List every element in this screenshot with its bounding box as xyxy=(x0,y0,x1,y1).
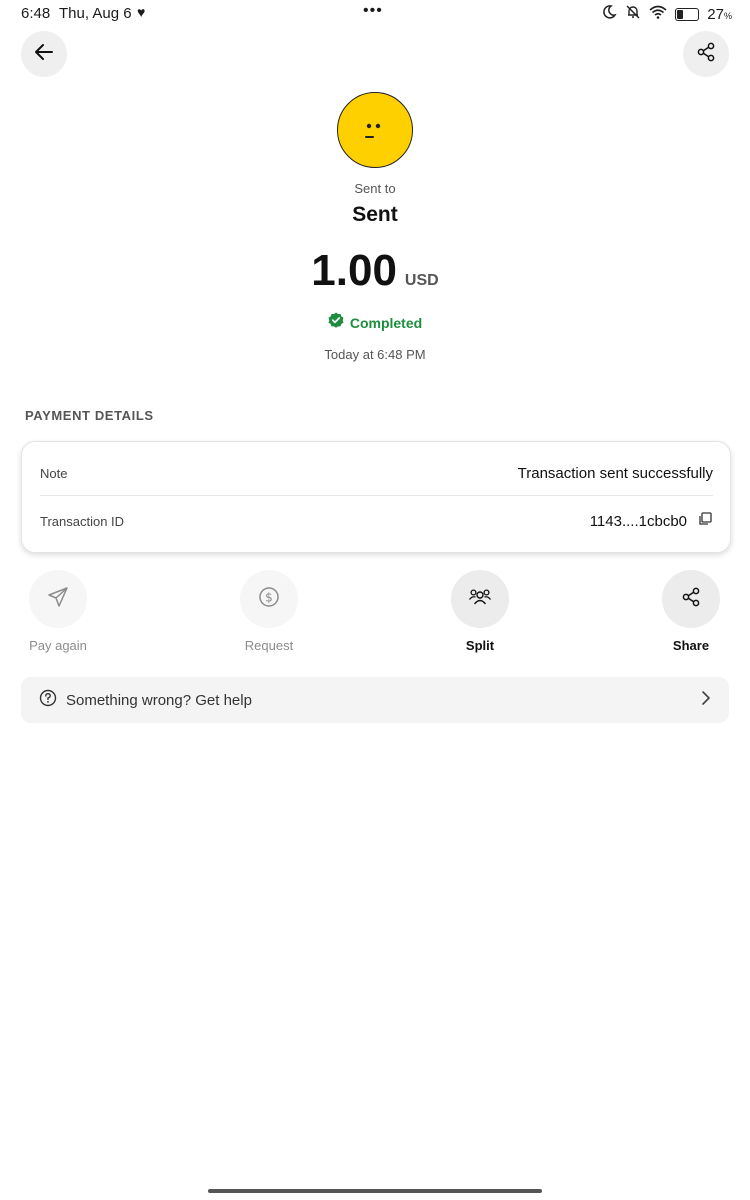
status-icons: 27% xyxy=(601,4,732,24)
share-button[interactable]: Share xyxy=(631,570,750,653)
get-help-text: Something wrong? Get help xyxy=(66,691,252,709)
transaction-id-value: 1143....1cbcb0 xyxy=(589,512,687,530)
payment-details-title: PAYMENT DETAILS xyxy=(25,408,154,423)
svg-text:$: $ xyxy=(265,590,273,604)
back-button[interactable] xyxy=(21,31,67,77)
timestamp: Today at 6:48 PM xyxy=(324,347,426,362)
heart-icon: ♥ xyxy=(137,4,146,20)
payment-details-card: Note Transaction sent successfully Trans… xyxy=(21,441,731,553)
bell-muted-icon xyxy=(625,4,641,24)
share-icon xyxy=(681,587,701,612)
copy-icon[interactable] xyxy=(697,511,713,532)
group-icon xyxy=(468,586,492,613)
request-icon-circle: $ xyxy=(240,570,298,628)
status-row: Completed xyxy=(0,312,750,333)
pay-again-icon-circle xyxy=(29,570,87,628)
arrow-left-icon xyxy=(34,42,54,67)
request-label: Request xyxy=(244,638,294,653)
question-circle-icon xyxy=(39,689,57,712)
transaction-id-wrap: 1143....1cbcb0 xyxy=(590,511,713,532)
avatar xyxy=(337,92,413,168)
note-value: Transaction sent successfully xyxy=(517,464,713,482)
split-icon-circle xyxy=(451,570,509,628)
amount-value: 1.00 xyxy=(311,246,397,295)
home-indicator[interactable] xyxy=(208,1189,542,1193)
transaction-id-row: Transaction ID 1143....1cbcb0 xyxy=(40,508,713,534)
pay-again-button[interactable]: Pay again xyxy=(0,570,118,653)
split-button[interactable]: Split xyxy=(420,570,540,653)
request-button[interactable]: $ Request xyxy=(209,570,329,653)
get-help-row[interactable]: Something wrong? Get help xyxy=(21,677,729,723)
moon-icon xyxy=(601,4,617,24)
pay-again-label: Pay again xyxy=(29,638,87,653)
battery-icon xyxy=(675,7,700,21)
transaction-id-label: Transaction ID xyxy=(40,513,125,529)
chevron-right-icon xyxy=(701,690,711,711)
send-icon xyxy=(47,586,69,613)
amount-row: 1.00 USD xyxy=(0,246,750,296)
status-date: Thu, Aug 6 xyxy=(59,5,132,22)
share-label: Share xyxy=(672,638,710,653)
divider xyxy=(40,495,713,496)
split-label: Split xyxy=(465,638,495,653)
share-button-top[interactable] xyxy=(683,31,729,77)
wifi-icon xyxy=(649,5,667,23)
battery-percent: 27% xyxy=(707,5,732,23)
status-text: Completed xyxy=(349,314,423,331)
more-dots-icon: ••• xyxy=(363,2,383,19)
share-icon xyxy=(696,42,716,67)
status-bar: 6:48 Thu, Aug 6 ♥ ••• 27% xyxy=(0,0,750,26)
dollar-circle-icon: $ xyxy=(258,586,280,613)
status-time: 6:48 xyxy=(21,5,51,22)
check-badge-icon xyxy=(328,312,344,333)
note-row: Note Transaction sent successfully xyxy=(40,460,713,486)
face-icon xyxy=(365,123,381,138)
sent-to-label: Sent to xyxy=(354,181,396,196)
share-icon-circle xyxy=(662,570,720,628)
battery-fill xyxy=(677,9,683,19)
note-label: Note xyxy=(40,465,68,481)
currency-code: USD xyxy=(404,272,439,289)
recipient-name: Sent xyxy=(352,203,398,226)
